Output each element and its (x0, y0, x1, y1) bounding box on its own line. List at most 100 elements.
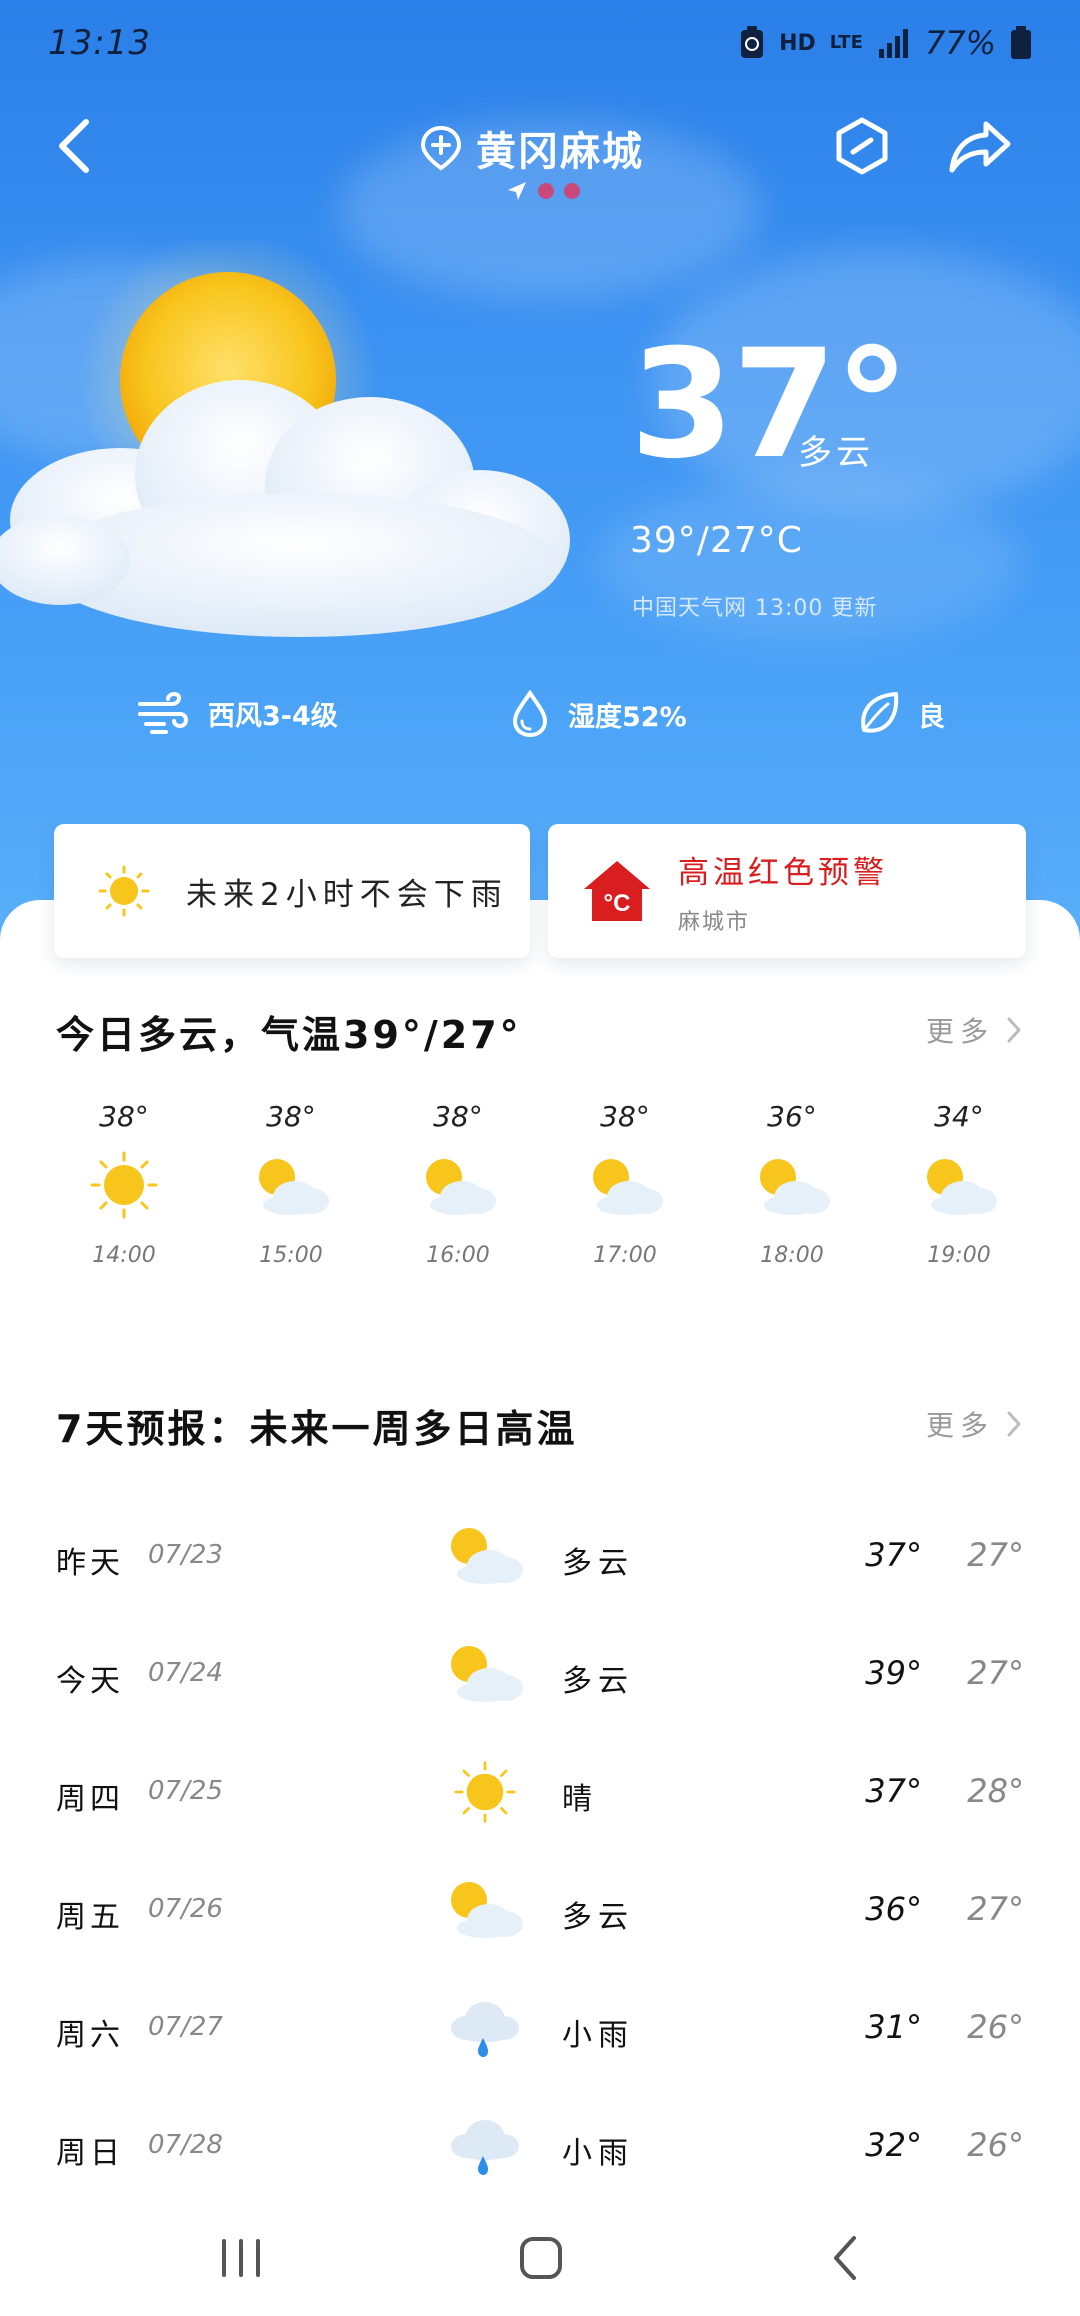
forecast-condition: 多云 (562, 1900, 634, 1935)
hourly-item[interactable]: 38° 17:00 (541, 1100, 709, 1268)
home-button[interactable] (496, 2220, 586, 2296)
heat-alert-region: 麻城市 (678, 909, 751, 935)
status-indicators: HD LTE 77% (739, 24, 1032, 62)
svg-text:°C: °C (604, 890, 631, 917)
forecast-row[interactable]: 周四 07/25 晴 37° 28° (0, 1736, 1080, 1854)
forecast-low: 27° (967, 1654, 1024, 1692)
forecast-high: 31° (865, 2008, 922, 2046)
location-arrow-icon (508, 182, 526, 200)
battery-saver-icon (741, 26, 764, 58)
hourly-forecast: 38° 14:00 38° 15:00 38° 16:00 38° 17:00 … (40, 1100, 1040, 1300)
hourly-temp: 36° (767, 1100, 817, 1133)
hourly-item[interactable]: 34° 19:00 (875, 1100, 1043, 1268)
forecast-day: 昨天 (56, 1546, 124, 1581)
partly-cloudy-icon (440, 1868, 530, 1952)
heat-alert-house-icon: °C (584, 861, 650, 921)
city-page-indicator (506, 180, 580, 202)
hourly-time: 14:00 (92, 1243, 156, 1268)
forecast-date: 07/26 (148, 1894, 223, 1924)
metric-air-quality[interactable]: 良 (856, 690, 945, 738)
forecast-day: 今天 (56, 1664, 124, 1699)
sun-icon (440, 1750, 530, 1834)
page-dot (564, 183, 580, 199)
rain-forecast-card[interactable]: 未来2小时不会下雨 (54, 824, 530, 958)
forecast-day: 周五 (56, 1900, 124, 1935)
forecast-low: 26° (967, 2008, 1024, 2046)
temperature-range: 39°/27°C (630, 520, 803, 561)
light-rain-icon (440, 2104, 530, 2188)
city-selector[interactable]: 黄冈麻城 (420, 118, 644, 178)
partly-cloudy-icon (541, 1143, 709, 1227)
hourly-time: 18:00 (760, 1243, 824, 1268)
metric-wind[interactable]: 西风3-4级 (136, 690, 338, 736)
hourly-temp: 34° (934, 1100, 984, 1133)
forecast-row[interactable]: 今天 07/24 多云 39° 27° (0, 1618, 1080, 1736)
forecast-title: 7天预报：未来一周多日高温 (56, 1407, 578, 1451)
share-button[interactable] (940, 106, 1020, 186)
light-rain-icon (440, 1986, 530, 2070)
forecast-low: 27° (967, 1890, 1024, 1928)
partly-cloudy-icon (440, 1514, 530, 1598)
humidity-drop-icon (512, 690, 548, 738)
update-source: 中国天气网 13:00 更新 (632, 596, 878, 621)
heat-alert-title: 高温红色预警 (678, 854, 888, 891)
today-summary-title: 今日多云，气温39°/27° (56, 1013, 522, 1057)
recents-icon (222, 2239, 260, 2277)
add-location-icon (420, 125, 462, 171)
forecast-high: 32° (865, 2126, 922, 2164)
status-bar: 13:13 HD LTE 77% (0, 0, 1080, 86)
hourly-time: 15:00 (259, 1243, 323, 1268)
nav-back-button[interactable] (800, 2220, 890, 2296)
forecast-row[interactable]: 周六 07/27 小雨 31° 26° (0, 1972, 1080, 2090)
hourly-item[interactable]: 38° 16:00 (374, 1100, 542, 1268)
home-icon (520, 2237, 562, 2279)
forecast-high: 36° (865, 1890, 922, 1928)
hexagon-minus-icon (836, 117, 888, 175)
recents-button[interactable] (196, 2220, 286, 2296)
metric-wind-label: 西风3-4级 (208, 700, 338, 732)
hourly-item[interactable]: 38° 14:00 (40, 1100, 208, 1268)
settings-button[interactable] (822, 106, 902, 186)
forecast-low: 27° (967, 1536, 1024, 1574)
hourly-time: 19:00 (927, 1243, 991, 1268)
forecast-condition: 小雨 (562, 2018, 634, 2053)
hourly-temp: 38° (600, 1100, 650, 1133)
back-button[interactable] (34, 106, 114, 186)
share-icon (949, 121, 1011, 173)
city-name: 黄冈麻城 (476, 129, 644, 175)
forecast-row[interactable]: 周五 07/26 多云 36° 27° (0, 1854, 1080, 1972)
partly-cloudy-icon (708, 1143, 876, 1227)
heat-alert-text: 高温红色预警 麻城市 (678, 847, 888, 936)
chevron-right-icon (1007, 1411, 1021, 1437)
lte-indicator: LTE (829, 32, 863, 53)
hourly-temp: 38° (99, 1100, 149, 1133)
weather-metrics: 西风3-4级 湿度52% 良 (0, 690, 1080, 750)
back-arrow-icon (59, 119, 89, 173)
forecast-day: 周四 (56, 1782, 124, 1817)
wind-icon (138, 691, 188, 734)
battery-icon (1011, 26, 1031, 59)
forecast-low: 26° (967, 2126, 1024, 2164)
heat-alert-card[interactable]: °C 高温红色预警 麻城市 (548, 824, 1026, 958)
forecast-more-link[interactable]: 更多 (926, 1404, 1022, 1444)
chevron-right-icon (1007, 1017, 1021, 1043)
sun-icon (40, 1143, 208, 1227)
forecast-row[interactable]: 周日 07/28 小雨 32° 26° (0, 2090, 1080, 2208)
sun-icon (98, 865, 150, 917)
hourly-item[interactable]: 38° 15:00 (207, 1100, 375, 1268)
forecast-condition: 晴 (562, 1782, 598, 1817)
forecast-row[interactable]: 昨天 07/23 多云 37° 27° (0, 1500, 1080, 1618)
battery-percent: 77% (924, 24, 996, 62)
signal-icon (878, 29, 908, 58)
forecast-date: 07/28 (148, 2130, 223, 2160)
today-more-link[interactable]: 更多 (926, 1010, 1022, 1050)
hourly-item[interactable]: 36° 18:00 (708, 1100, 876, 1268)
hourly-temp: 38° (433, 1100, 483, 1133)
leaf-icon (861, 692, 899, 733)
metric-humidity-label: 湿度52% (568, 701, 687, 733)
hourly-temp: 38° (266, 1100, 316, 1133)
metric-humidity[interactable]: 湿度52% (510, 690, 687, 738)
forecast-date: 07/25 (148, 1776, 223, 1806)
today-more-label: 更多 (925, 1015, 994, 1048)
forecast-high: 37° (865, 1772, 922, 1810)
